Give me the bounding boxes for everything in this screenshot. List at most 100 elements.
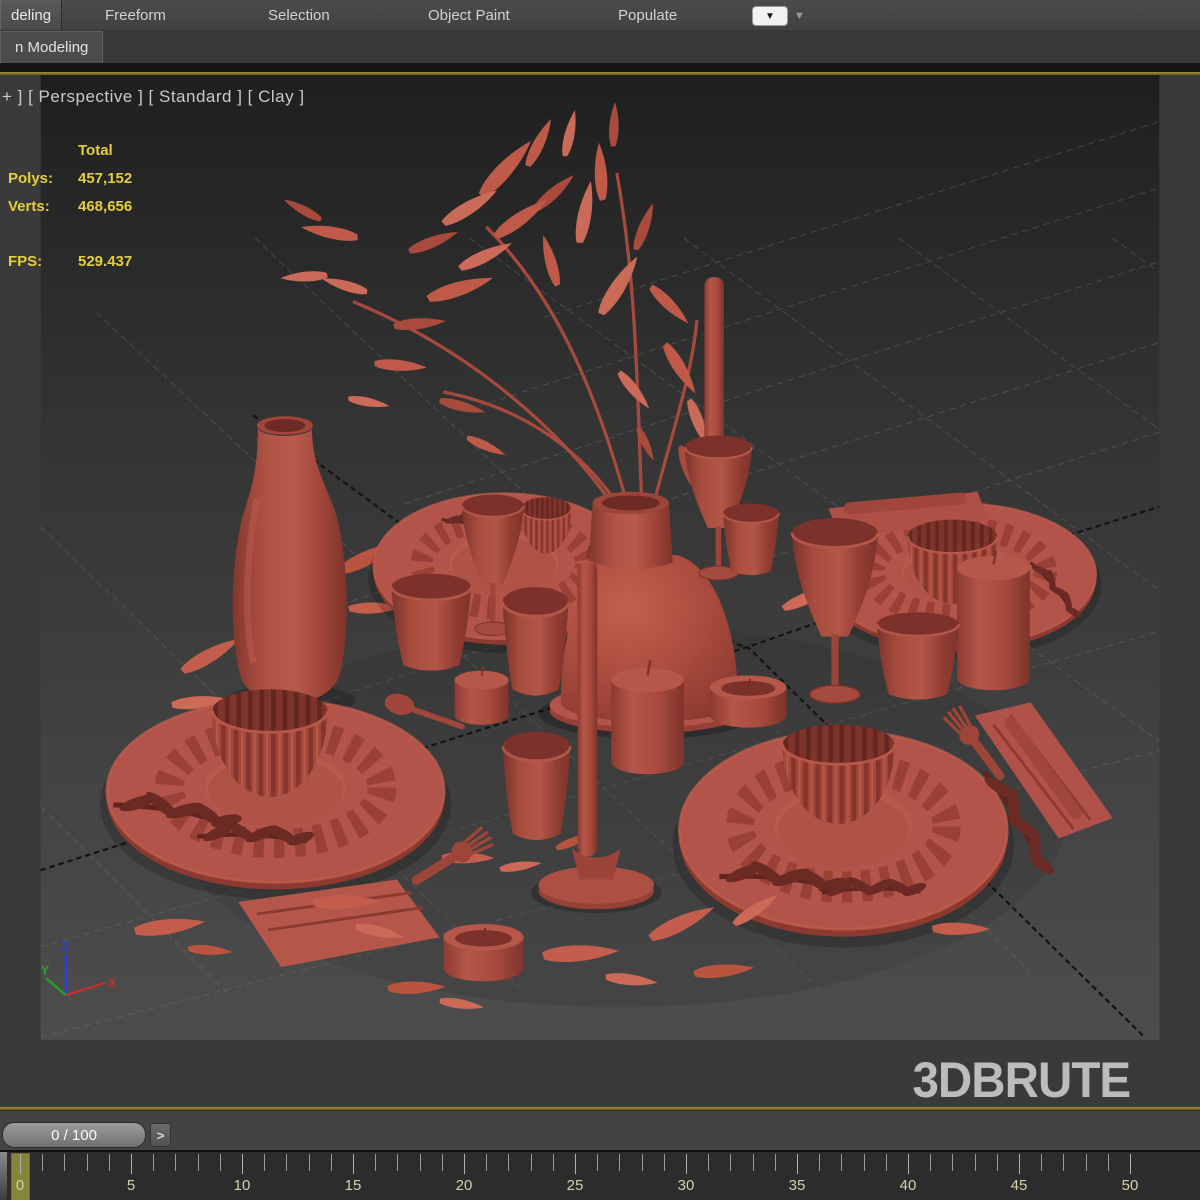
ruler-tick: [286, 1154, 287, 1171]
ruler-tick: [375, 1154, 376, 1171]
ruler-tick: [20, 1154, 21, 1174]
clay-tumbler-left[interactable]: [391, 574, 471, 671]
viewport-canvas[interactable]: Z Y X: [0, 75, 1200, 1107]
stats-polys-label: Polys:: [8, 170, 53, 187]
stats-verts-value: 468,656: [78, 198, 132, 215]
ruler-tick: [131, 1154, 132, 1174]
ruler-tick: [908, 1154, 909, 1174]
ruler-tick: [930, 1154, 931, 1171]
ruler-tick: [486, 1154, 487, 1171]
ribbon-tab-object-paint[interactable]: Object Paint: [428, 0, 510, 30]
viewport-header-label[interactable]: + ] [ Perspective ] [ Standard ] [ Clay …: [2, 87, 305, 107]
ruler-tick: [1130, 1154, 1131, 1174]
dropdown-triangle-icon: ▼: [765, 11, 775, 22]
ruler-tick: [686, 1154, 687, 1174]
ruler-tick: [353, 1154, 354, 1174]
stats-polys-value: 457,152: [78, 170, 132, 187]
axis-y-label: Y: [41, 963, 50, 978]
ruler-tick: [952, 1154, 953, 1171]
clay-tumbler-mid[interactable]: [503, 587, 569, 696]
ruler-tick: [997, 1154, 998, 1171]
ruler-tick: [642, 1154, 643, 1171]
ruler-tick: [1108, 1154, 1109, 1171]
ruler-tick: [1019, 1154, 1020, 1174]
clay-tumbler-back[interactable]: [723, 503, 779, 575]
tea-light-front[interactable]: [443, 924, 523, 981]
ruler-tick: [64, 1154, 65, 1171]
ruler-tick: [331, 1154, 332, 1171]
ribbon-overflow-caret-icon[interactable]: ▼: [794, 10, 805, 22]
ruler-tick: [664, 1154, 665, 1171]
next-frame-button[interactable]: >: [150, 1123, 171, 1147]
ruler-tick: [975, 1154, 976, 1171]
stats-fps-label: FPS:: [8, 253, 42, 270]
ruler-tick: [264, 1154, 265, 1171]
ruler-tick: [1086, 1154, 1087, 1171]
ruler-frame-label: 25: [567, 1177, 584, 1194]
ruler-tick: [886, 1154, 887, 1171]
pillar-candle-right[interactable]: [957, 551, 1030, 690]
ruler-tick: [553, 1154, 554, 1171]
timeline-ruler[interactable]: 05101520253035404550: [0, 1150, 1200, 1200]
ruler-frame-label: 10: [234, 1177, 251, 1194]
ruler-tick: [531, 1154, 532, 1171]
time-slider-frame-indicator[interactable]: 0 / 100: [2, 1122, 146, 1148]
ribbon-viewport-divider: [0, 63, 1200, 72]
ruler-tick: [797, 1154, 798, 1174]
ruler-tick: [819, 1154, 820, 1171]
ruler-frame-label: 15: [345, 1177, 362, 1194]
ruler-frame-label: 5: [127, 1177, 135, 1194]
ruler-tick: [198, 1154, 199, 1171]
ruler-tick: [420, 1154, 421, 1171]
ruler-tick: [464, 1154, 465, 1174]
ribbon-tab-bar: deling Freeform Selection Object Paint P…: [0, 0, 1200, 31]
ruler-frame-label: 30: [678, 1177, 695, 1194]
ruler-tick: [841, 1154, 842, 1171]
ruler-frame-label: 40: [900, 1177, 917, 1194]
pillar-candle-center[interactable]: [611, 660, 684, 775]
ruler-left-cap: [0, 1152, 7, 1200]
votive-candle[interactable]: [455, 665, 509, 725]
ruler-tick: [753, 1154, 754, 1171]
ribbon-tab-populate[interactable]: Populate: [618, 0, 677, 30]
ruler-tick: [597, 1154, 598, 1171]
ruler-tick: [1041, 1154, 1042, 1171]
ruler-tick: [775, 1154, 776, 1171]
ruler-frame-label: 35: [789, 1177, 806, 1194]
ruler-tick: [864, 1154, 865, 1171]
tea-light-right[interactable]: [710, 675, 786, 727]
stats-fps-value: 529.437: [78, 253, 132, 270]
ruler-tick: [1063, 1154, 1064, 1171]
ribbon-panel-strip: n Modeling: [0, 30, 1200, 63]
ruler-frame-label: 45: [1011, 1177, 1028, 1194]
axis-z-label: Z: [61, 938, 69, 953]
panel-tab-polygon-modeling[interactable]: n Modeling: [0, 31, 103, 63]
ruler-tick: [619, 1154, 620, 1171]
ruler-tick: [109, 1154, 110, 1171]
ruler-tick: [575, 1154, 576, 1174]
stats-verts-label: Verts:: [8, 198, 50, 215]
ruler-tick: [708, 1154, 709, 1171]
ruler-tick: [175, 1154, 176, 1171]
ruler-tick: [242, 1154, 243, 1174]
ruler-tick: [220, 1154, 221, 1171]
ribbon-minimize-button[interactable]: ▼: [752, 6, 788, 26]
ruler-tick: [397, 1154, 398, 1171]
stats-total-label: Total: [78, 142, 113, 159]
axis-x-label: X: [108, 976, 117, 991]
3dbrute-watermark: 3DBRUTE: [912, 1051, 1130, 1109]
ruler-tick: [730, 1154, 731, 1171]
3ds-max-window: deling Freeform Selection Object Paint P…: [0, 0, 1200, 1200]
ruler-tick: [153, 1154, 154, 1171]
ruler-frame-label: 20: [456, 1177, 473, 1194]
ribbon-tab-modeling[interactable]: deling: [0, 0, 62, 30]
ribbon-tab-selection[interactable]: Selection: [268, 0, 330, 30]
clay-tumbler-front[interactable]: [503, 732, 570, 841]
ribbon-tab-freeform[interactable]: Freeform: [105, 0, 166, 30]
timeline-bar: 0 / 100 >: [0, 1110, 1200, 1151]
ruler-tick: [87, 1154, 88, 1171]
ruler-tick: [309, 1154, 310, 1171]
ruler-tick: [442, 1154, 443, 1171]
clay-tumbler-right[interactable]: [877, 612, 959, 699]
ruler-tick: [42, 1154, 43, 1171]
